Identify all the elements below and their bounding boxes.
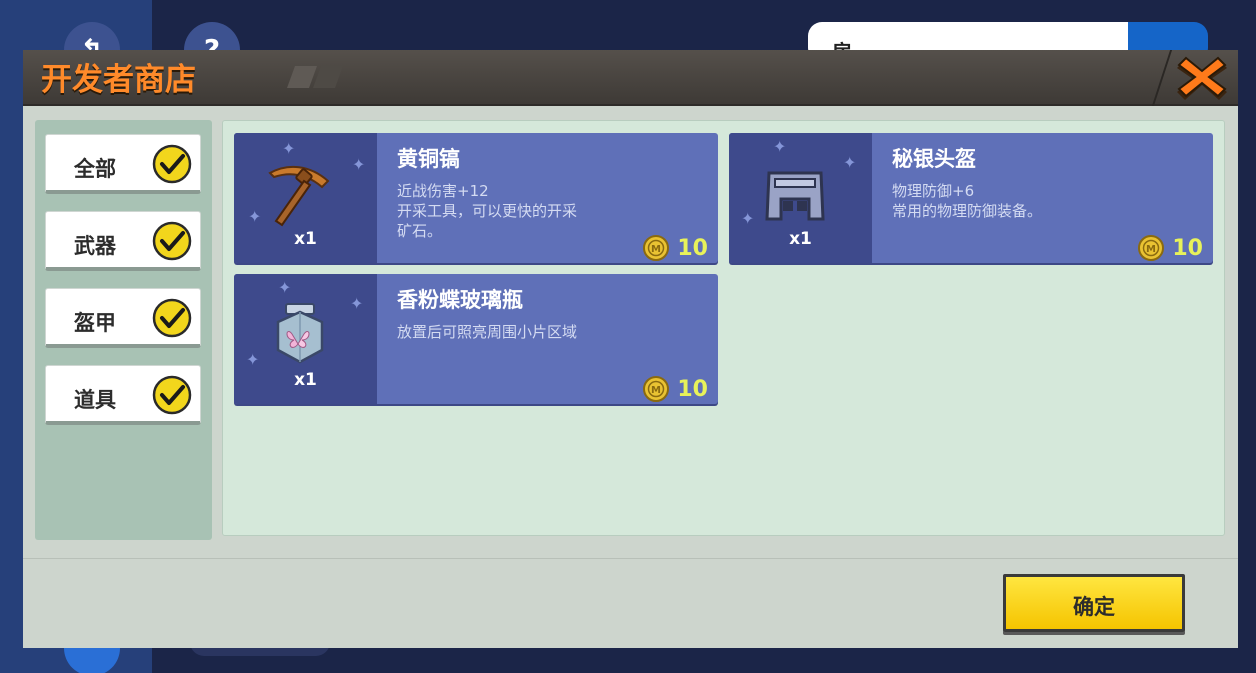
- item-price-value: 10: [677, 376, 708, 402]
- item-price-value: 10: [677, 235, 708, 261]
- item-quantity: x1: [294, 229, 317, 249]
- item-description: 放置后可照亮周围小片区域: [397, 322, 637, 342]
- dialog-title-bar: 开发者商店: [23, 50, 1238, 106]
- checkmark-icon: [152, 375, 192, 415]
- title-decoration: [312, 66, 344, 88]
- item-description-line: 常用的物理防御装备。: [892, 202, 1043, 220]
- item-icon-box: ✦ ✦ ✦ x1: [729, 133, 872, 263]
- item-price: M 10: [1138, 233, 1203, 263]
- coin-icon: M: [643, 376, 670, 402]
- item-description-line: 开采工具，可以更快的开采: [397, 202, 578, 220]
- category-armor-button[interactable]: 盔甲: [45, 288, 201, 348]
- developer-shop-dialog: 开发者商店 全部 武器 盔甲 道具 ✦ ✦ ✦ x1 黄铜镐 近战伤害+12 开…: [23, 50, 1238, 648]
- item-price: M 10: [643, 233, 708, 263]
- sparkle-icon: ✦: [246, 350, 260, 369]
- close-button[interactable]: [1171, 52, 1233, 104]
- category-items-button[interactable]: 道具: [45, 365, 201, 425]
- item-description-line: 物理防御+6: [892, 182, 975, 200]
- category-label: 盔甲: [74, 311, 116, 335]
- item-quantity: x1: [294, 370, 317, 390]
- sparkle-icon: ✦: [278, 278, 292, 297]
- item-name: 秘银头盔: [892, 147, 976, 171]
- item-quantity: x1: [789, 229, 812, 249]
- confirm-button-label: 确定: [1073, 595, 1115, 619]
- item-icon-box: ✦ ✦ ✦ x1: [234, 133, 377, 263]
- shop-item-card[interactable]: ✦ ✦ ✦ x1 秘银头盔 物理防御+6 常用的物理防御装备。 M 10: [729, 133, 1213, 263]
- category-weapons-button[interactable]: 武器: [45, 211, 201, 271]
- title-divider: [1151, 50, 1173, 106]
- sparkle-icon: ✦: [282, 139, 296, 158]
- dialog-title: 开发者商店: [41, 62, 196, 98]
- sparkle-icon: ✦: [248, 207, 262, 226]
- sparkle-icon: ✦: [843, 153, 857, 172]
- sparkle-icon: ✦: [741, 209, 755, 228]
- category-label: 武器: [74, 234, 116, 258]
- checkmark-icon: [152, 298, 192, 338]
- svg-text:M: M: [651, 385, 661, 396]
- shop-item-card[interactable]: ✦ ✦ ✦ x1 黄铜镐 近战伤害+12 开采工具，可以更快的开采 矿石。 M …: [234, 133, 718, 263]
- title-decoration: [286, 66, 318, 88]
- coin-icon: M: [1138, 235, 1165, 261]
- category-label: 全部: [74, 157, 116, 181]
- item-description-line: 矿石。: [397, 222, 443, 240]
- shop-item-grid: ✦ ✦ ✦ x1 黄铜镐 近战伤害+12 开采工具，可以更快的开采 矿石。 M …: [222, 120, 1225, 536]
- category-sidebar: 全部 武器 盔甲 道具: [35, 120, 212, 540]
- pickaxe-icon: [268, 165, 330, 227]
- item-price-value: 10: [1172, 235, 1203, 261]
- item-name: 香粉蝶玻璃瓶: [397, 288, 523, 312]
- item-description-line: 近战伤害+12: [397, 182, 489, 200]
- item-icon-box: ✦ ✦ ✦ x1: [234, 274, 377, 404]
- sparkle-icon: ✦: [350, 294, 364, 313]
- item-name: 黄铜镐: [397, 147, 460, 171]
- item-description: 近战伤害+12 开采工具，可以更快的开采 矿石。: [397, 181, 637, 241]
- checkmark-icon: [152, 221, 192, 261]
- svg-text:M: M: [1146, 244, 1156, 255]
- coin-icon: M: [643, 235, 670, 261]
- sparkle-icon: ✦: [773, 137, 787, 156]
- category-label: 道具: [74, 388, 116, 412]
- svg-text:M: M: [651, 244, 661, 255]
- item-description: 物理防御+6 常用的物理防御装备。: [892, 181, 1132, 221]
- close-x-icon: [1177, 56, 1227, 100]
- checkmark-icon: [152, 144, 192, 184]
- item-price: M 10: [643, 374, 708, 404]
- category-all-button[interactable]: 全部: [45, 134, 201, 194]
- helmet-icon: [765, 171, 825, 221]
- shop-item-card[interactable]: ✦ ✦ ✦ x1 香粉蝶玻璃瓶 放置后可照亮周围小片区域 M 10: [234, 274, 718, 404]
- item-description-line: 放置后可照亮周围小片区域: [397, 323, 578, 341]
- butterfly-jar-icon: [276, 303, 324, 364]
- sparkle-icon: ✦: [352, 155, 366, 174]
- confirm-button[interactable]: 确定: [1003, 574, 1185, 632]
